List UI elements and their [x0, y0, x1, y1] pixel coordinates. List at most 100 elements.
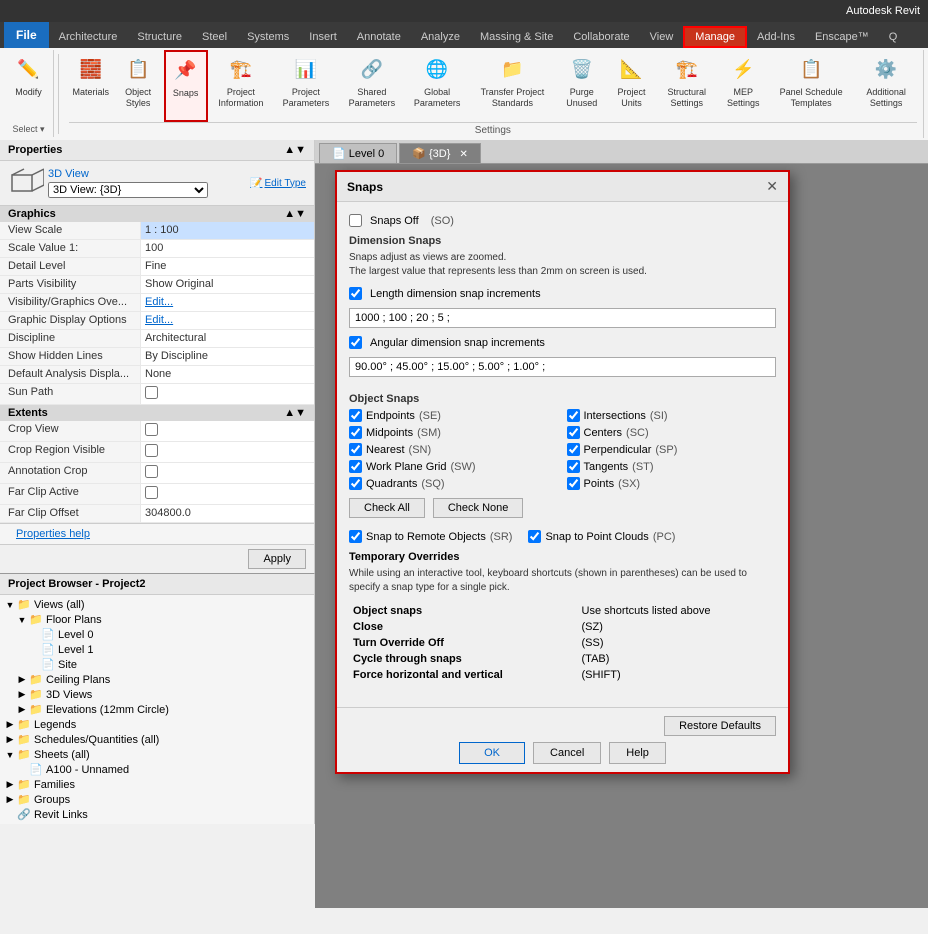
check-all-btn[interactable]: Check All — [349, 498, 425, 518]
tree-a100[interactable]: 📄 A100 - Unnamed — [0, 762, 314, 777]
collapse-icon[interactable]: ▲▼ — [284, 144, 306, 156]
toggle-ceiling[interactable]: ▶ — [16, 674, 28, 685]
tree-sheets[interactable]: ▼ 📁 Sheets (all) — [0, 747, 314, 762]
discipline-value[interactable]: Architectural — [140, 330, 314, 347]
angular-snap-input[interactable] — [349, 357, 776, 377]
materials-btn[interactable]: 🧱 Materials — [69, 50, 113, 122]
crop-view-checkbox[interactable] — [145, 423, 158, 436]
crop-view-value[interactable] — [140, 421, 314, 441]
properties-help-link[interactable]: Properties help — [8, 524, 98, 544]
tab-view[interactable]: View — [640, 26, 684, 48]
additional-settings-btn[interactable]: ⚙️ Additional Settings — [855, 50, 917, 122]
annotation-crop-checkbox[interactable] — [145, 465, 158, 478]
toggle-schedules[interactable]: ▶ — [4, 734, 16, 745]
angular-snap-checkbox[interactable] — [349, 336, 362, 349]
snap-nearest-checkbox[interactable] — [349, 443, 362, 456]
tree-views-all[interactable]: ▼ 📁 Views (all) — [0, 597, 314, 612]
snap-remote-checkbox[interactable] — [349, 530, 362, 543]
snap-intersections-checkbox[interactable] — [567, 409, 580, 422]
sun-path-checkbox[interactable] — [145, 386, 158, 399]
tab-q[interactable]: Q — [879, 26, 908, 48]
snap-midpoints-checkbox[interactable] — [349, 426, 362, 439]
project-info-btn[interactable]: 🏗️ Project Information — [210, 50, 273, 122]
dialog-close-btn[interactable]: ✕ — [766, 178, 778, 195]
tab-collaborate[interactable]: Collaborate — [563, 26, 639, 48]
toggle-3d[interactable]: ▶ — [16, 689, 28, 700]
panel-schedule-btn[interactable]: 📋 Panel Schedule Templates — [769, 50, 853, 122]
length-snap-input[interactable] — [349, 308, 776, 328]
snap-centers-checkbox[interactable] — [567, 426, 580, 439]
tab-analyze[interactable]: Analyze — [411, 26, 470, 48]
snap-endpoints-checkbox[interactable] — [349, 409, 362, 422]
far-clip-value[interactable] — [140, 484, 314, 504]
extents-section[interactable]: Extents ▲▼ — [0, 405, 314, 421]
tree-elevations[interactable]: ▶ 📁 Elevations (12mm Circle) — [0, 702, 314, 717]
tree-level1[interactable]: 📄 Level 1 — [0, 642, 314, 657]
shared-params-btn[interactable]: 🔗 Shared Parameters — [340, 50, 404, 122]
modify-btn[interactable]: ✏️ Modify — [7, 50, 51, 122]
tree-groups[interactable]: ▶ 📁 Groups — [0, 792, 314, 807]
annotation-crop-value[interactable] — [140, 463, 314, 483]
tree-site[interactable]: 📄 Site — [0, 657, 314, 672]
toggle-families[interactable]: ▶ — [4, 779, 16, 790]
graphics-section[interactable]: Graphics ▲▼ — [0, 206, 314, 222]
view-scale-value[interactable]: 1 : 100 — [140, 222, 314, 239]
project-params-btn[interactable]: 📊 Project Parameters — [274, 50, 338, 122]
tree-floor-plans[interactable]: ▼ 📁 Floor Plans — [0, 612, 314, 627]
toggle-groups[interactable]: ▶ — [4, 794, 16, 805]
far-clip-checkbox[interactable] — [145, 486, 158, 499]
global-params-btn[interactable]: 🌐 Global Parameters — [406, 50, 468, 122]
view-select[interactable]: 3D View: {3D} — [48, 182, 208, 198]
tab-addins[interactable]: Add-Ins — [747, 26, 805, 48]
tab-structure[interactable]: Structure — [127, 26, 192, 48]
apply-btn[interactable]: Apply — [248, 549, 306, 569]
tree-legends[interactable]: ▶ 📁 Legends — [0, 717, 314, 732]
snap-work-plane-checkbox[interactable] — [349, 460, 362, 473]
detail-level-value[interactable]: Fine — [140, 258, 314, 275]
toggle-floor-plans[interactable]: ▼ — [16, 615, 28, 625]
gdo-value[interactable]: Edit... — [140, 312, 314, 329]
snaps-btn[interactable]: 📌 Snaps — [164, 50, 208, 122]
tree-level0[interactable]: 📄 Level 0 — [0, 627, 314, 642]
purge-btn[interactable]: 🗑️ Purge Unused — [557, 50, 607, 122]
toggle-views[interactable]: ▼ — [4, 600, 16, 610]
transfer-btn[interactable]: 📁 Transfer Project Standards — [470, 50, 555, 122]
help-btn[interactable]: Help — [609, 742, 666, 764]
ok-btn[interactable]: OK — [459, 742, 525, 764]
tree-revit-links[interactable]: 🔗 Revit Links — [0, 807, 314, 822]
sun-path-value[interactable] — [140, 384, 314, 404]
toggle-sheets[interactable]: ▼ — [4, 750, 16, 760]
restore-defaults-btn[interactable]: Restore Defaults — [664, 716, 776, 736]
tab-steel[interactable]: Steel — [192, 26, 237, 48]
snap-quadrants-checkbox[interactable] — [349, 477, 362, 490]
tree-schedules[interactable]: ▶ 📁 Schedules/Quantities (all) — [0, 732, 314, 747]
file-tab[interactable]: File — [4, 22, 49, 48]
hidden-lines-value[interactable]: By Discipline — [140, 348, 314, 365]
tab-massing[interactable]: Massing & Site — [470, 26, 563, 48]
structural-settings-btn[interactable]: 🏗️ Structural Settings — [656, 50, 717, 122]
tab-systems[interactable]: Systems — [237, 26, 299, 48]
snap-clouds-checkbox[interactable] — [528, 530, 541, 543]
tree-3d-views[interactable]: ▶ 📁 3D Views — [0, 687, 314, 702]
tree-ceiling-plans[interactable]: ▶ 📁 Ceiling Plans — [0, 672, 314, 687]
edit-type-btn[interactable]: 📝 Edit Type — [250, 178, 306, 189]
tree-families[interactable]: ▶ 📁 Families — [0, 777, 314, 792]
check-none-btn[interactable]: Check None — [433, 498, 524, 518]
snap-tangents-checkbox[interactable] — [567, 460, 580, 473]
toggle-elevations[interactable]: ▶ — [16, 704, 28, 715]
crop-region-checkbox[interactable] — [145, 444, 158, 457]
tab-enscape[interactable]: Enscape™ — [805, 26, 879, 48]
length-snap-checkbox[interactable] — [349, 287, 362, 300]
tab-insert[interactable]: Insert — [299, 26, 347, 48]
crop-region-value[interactable] — [140, 442, 314, 462]
mep-settings-btn[interactable]: ⚡ MEP Settings — [719, 50, 767, 122]
tab-annotate[interactable]: Annotate — [347, 26, 411, 48]
vg-value[interactable]: Edit... — [140, 294, 314, 311]
tab-manage[interactable]: Manage — [683, 26, 747, 48]
snap-points-checkbox[interactable] — [567, 477, 580, 490]
object-styles-btn[interactable]: 📋 Object Styles — [115, 50, 162, 122]
toggle-legends[interactable]: ▶ — [4, 719, 16, 730]
tab-architecture[interactable]: Architecture — [49, 26, 128, 48]
parts-visibility-value[interactable]: Show Original — [140, 276, 314, 293]
cancel-btn[interactable]: Cancel — [533, 742, 601, 764]
